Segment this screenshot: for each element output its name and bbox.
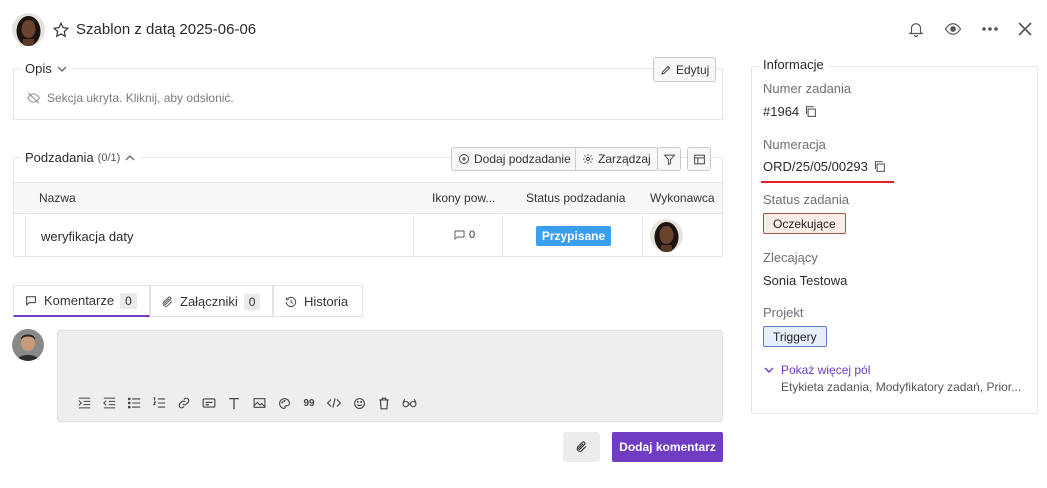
description-header[interactable]: Opis [20, 61, 73, 76]
project-badge[interactable]: Triggery [763, 326, 827, 347]
chevron-up-icon [124, 152, 136, 164]
description-label: Opis [25, 61, 52, 76]
filter-button[interactable] [657, 147, 681, 171]
subtasks-label: Podzadania [25, 150, 94, 165]
task-title: Szablon z datą 2025-06-06 [76, 21, 257, 38]
pencil-icon [660, 64, 672, 76]
eye-icon[interactable] [941, 17, 965, 41]
col-assignee[interactable]: Wykonawca [650, 191, 715, 205]
chevron-down-icon [56, 63, 68, 75]
current-user-avatar [12, 329, 44, 361]
emoji-icon[interactable] [350, 394, 368, 412]
tab-attachments[interactable]: Załączniki 0 [150, 285, 273, 317]
subtask-name[interactable]: weryfikacja daty [41, 229, 133, 244]
paperclip-icon [575, 440, 588, 454]
columns-button[interactable] [687, 147, 711, 171]
plus-circle-icon [458, 153, 470, 165]
filter-icon [663, 153, 676, 166]
requester-value: Sonia Testowa [763, 273, 848, 288]
indent-icon[interactable] [75, 394, 93, 412]
add-subtask-label: Dodaj podzadanie [474, 152, 571, 166]
tabs-underline [150, 316, 363, 317]
comment-count: 0 [469, 229, 476, 241]
subtasks-count: (0/1) [97, 151, 121, 164]
code-icon[interactable] [325, 394, 343, 412]
manage-label: Zarządzaj [598, 152, 651, 166]
edit-label: Edytuj [676, 62, 710, 77]
subtask-status-badge[interactable]: Przypisane [536, 226, 611, 246]
more-fields-list: Etykieta zadania, Modyfikatory zadań, Pr… [781, 380, 1022, 394]
col-status[interactable]: Status podzadania [526, 191, 625, 205]
comment-icon [453, 229, 466, 241]
info-title: Informacje [758, 57, 829, 72]
more-options-icon[interactable] [978, 17, 1002, 41]
hidden-section-text: Sekcja ukryta. Kliknij, aby odsłonić. [47, 91, 234, 105]
manage-subtasks-button[interactable]: Zarządzaj [575, 147, 658, 171]
preview-glasses-icon[interactable] [400, 394, 418, 412]
col-icons[interactable]: Ikony pow... [432, 191, 495, 205]
task-number-label: Numer zadania [763, 81, 852, 96]
show-more-label: Pokaż więcej pól [781, 363, 871, 377]
col-name[interactable]: Nazwa [39, 191, 76, 205]
trash-icon[interactable] [375, 394, 393, 412]
tab-attachments-label: Załączniki [180, 294, 238, 309]
palette-icon[interactable] [275, 394, 293, 412]
bell-icon[interactable] [904, 17, 928, 41]
numbering-label: Numeracja [763, 137, 826, 152]
eye-off-icon [26, 91, 41, 105]
link-icon[interactable] [175, 394, 193, 412]
hidden-section-notice[interactable]: Sekcja ukryta. Kliknij, aby odsłonić. [26, 91, 234, 105]
numbering-red-underline [761, 181, 894, 183]
subtask-comments[interactable]: 0 [453, 229, 475, 241]
edit-description-button[interactable]: Edytuj [653, 57, 717, 82]
tab-attachments-count: 0 [243, 293, 261, 310]
card-icon[interactable] [200, 394, 218, 412]
row-divider [642, 215, 643, 256]
close-icon[interactable] [1013, 17, 1037, 41]
gear-icon [582, 153, 594, 165]
assignee-avatar [12, 13, 45, 46]
numbering-value: ORD/25/05/00293 [763, 159, 868, 174]
task-number: #1964 [763, 104, 800, 119]
status-label: Status zadania [763, 192, 850, 207]
project-label: Projekt [763, 305, 804, 320]
copy-icon[interactable] [804, 105, 817, 118]
add-comment-button[interactable]: Dodaj komentarz [612, 432, 723, 462]
row-divider [502, 215, 503, 256]
table-layout-icon [693, 153, 706, 166]
paperclip-icon [161, 295, 174, 309]
tab-comments-label: Komentarze [44, 293, 115, 308]
quote-icon[interactable]: 99 [300, 394, 318, 412]
numbered-list-icon[interactable] [150, 394, 168, 412]
attach-file-button[interactable] [563, 432, 600, 462]
editor-toolbar: 99 [75, 394, 418, 412]
tab-history-label: Historia [304, 294, 349, 309]
history-icon [284, 295, 298, 309]
copy-icon[interactable] [873, 160, 886, 173]
text-format-icon[interactable] [225, 394, 243, 412]
row-divider [25, 215, 26, 256]
subtasks-header[interactable]: Podzadania (0/1) [20, 150, 142, 165]
subtask-assignee-avatar[interactable] [650, 219, 683, 252]
row-divider [413, 215, 414, 256]
requester-label: Zlecający [763, 250, 818, 265]
image-icon[interactable] [250, 394, 268, 412]
outdent-icon[interactable] [100, 394, 118, 412]
task-status-badge[interactable]: Oczekujące [763, 213, 846, 234]
comment-icon [24, 294, 38, 307]
bullet-list-icon[interactable] [125, 394, 143, 412]
chevron-down-icon [763, 364, 775, 376]
show-more-fields[interactable]: Pokaż więcej pól [763, 363, 870, 377]
numbering-row: ORD/25/05/00293 [763, 159, 886, 174]
tab-comments[interactable]: Komentarze 0 [13, 285, 150, 317]
tab-comments-count: 0 [120, 292, 137, 309]
add-subtask-button[interactable]: Dodaj podzadanie [451, 147, 578, 171]
task-number-row: #1964 [763, 104, 817, 119]
favorite-star-icon[interactable] [52, 21, 70, 39]
tab-history[interactable]: Historia [273, 285, 363, 317]
